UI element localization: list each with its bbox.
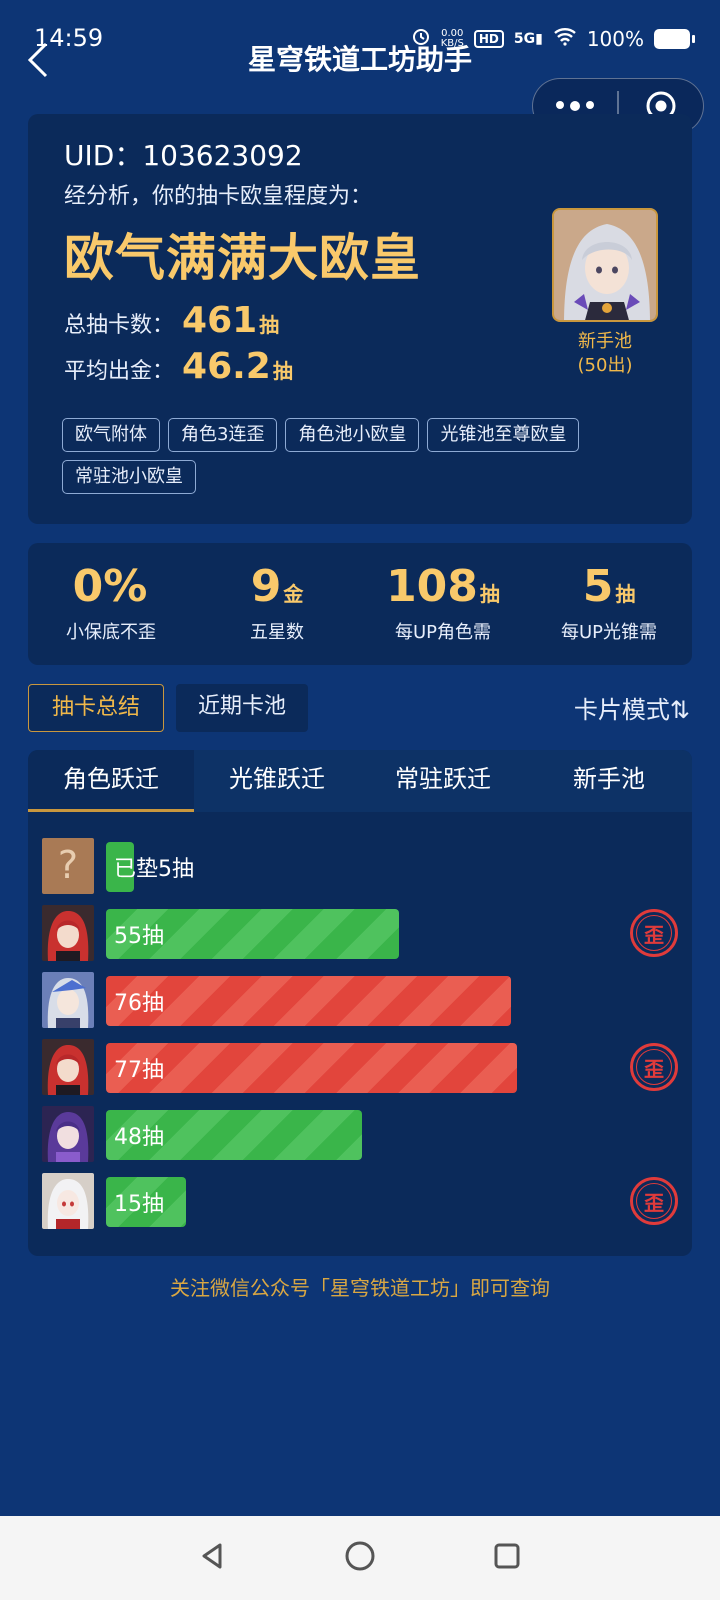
nav-recents-icon[interactable]	[492, 1541, 522, 1575]
summary-card: UID：103623092 经分析，你的抽卡欧皇程度为： 欧气满满大欧皇 总抽卡…	[28, 114, 692, 524]
stat-value: 0%	[72, 561, 148, 612]
more-icon[interactable]	[533, 101, 617, 111]
system-nav-bar	[0, 1516, 720, 1600]
stat-label: 小保底不歪	[66, 622, 156, 643]
stat-unit: 抽	[479, 582, 500, 606]
tab-character-warp[interactable]: 角色跃迁	[28, 750, 194, 812]
pull-count: 48抽	[114, 1125, 164, 1150]
character-avatar[interactable]	[42, 905, 94, 961]
avg-gold-value: 46.2	[182, 346, 271, 387]
page: 14:59 0.00 KB/S HD 5G▮ 100% 星穹铁道工坊助手 UID：…	[0, 0, 720, 1600]
nav-back-icon[interactable]	[198, 1541, 228, 1575]
lost-5050-badge: 歪	[630, 909, 678, 957]
recent-pools-button[interactable]: 近期卡池	[176, 684, 308, 732]
stat-five-star: 9金 五星数	[194, 543, 360, 665]
history-row: 55抽 歪	[42, 905, 678, 961]
pull-bar: 15抽	[106, 1177, 186, 1227]
pull-count: 55抽	[114, 924, 164, 949]
analysis-text: 经分析，你的抽卡欧皇程度为：	[64, 184, 373, 209]
stats-card: 0% 小保底不歪 9金 五星数 108 抽 每UP角色需 5抽 每UP光锥需	[28, 543, 692, 665]
stat-unit: 抽	[615, 582, 636, 606]
stat-label: 每UP角色需	[394, 622, 492, 643]
tab-standard-warp[interactable]: 常驻跃迁	[360, 750, 526, 812]
pull-count: 76抽	[114, 991, 164, 1016]
lost-badge-text: 歪	[644, 1190, 664, 1215]
pull-count: 15抽	[114, 1192, 164, 1217]
history-row: ? 已垫5抽	[42, 838, 678, 894]
footer-note: 关注微信公众号「星穹铁道工坊」即可查询	[170, 1276, 550, 1300]
stat-no-loss: 0% 小保底不歪	[28, 543, 194, 665]
nav-home-icon[interactable]	[344, 1540, 376, 1576]
pool-tabs: 角色跃迁 光锥跃迁 常驻跃迁 新手池	[28, 750, 692, 812]
tag: 角色3连歪	[168, 418, 278, 452]
stat-unit: 金	[283, 582, 304, 606]
tag: 角色池小欧皇	[285, 418, 420, 452]
tag: 常驻池小欧皇	[62, 460, 196, 494]
pull-count: 已垫5抽	[114, 857, 194, 882]
total-pulls-unit: 抽	[259, 313, 280, 337]
luck-rank: 欧气满满大欧皇	[64, 229, 421, 287]
stat-value: 5	[582, 561, 614, 612]
stat-label: 每UP光锥需	[560, 622, 658, 643]
tag: 欧气附体	[62, 418, 160, 452]
tag-list: 欧气附体 角色3连歪 角色池小欧皇 光锥池至尊欧皇 常驻池小欧皇	[62, 418, 662, 494]
character-avatar[interactable]	[42, 1173, 94, 1229]
tag: 光锥池至尊欧皇	[427, 418, 580, 452]
pool-name-text: 新手池	[578, 331, 632, 352]
history-row: 15抽 歪	[42, 1173, 678, 1229]
pull-bar: 55抽	[106, 909, 399, 959]
avg-gold: 平均出金： 46.2 抽	[64, 346, 293, 387]
total-pulls-value: 461	[182, 300, 258, 341]
pull-bar: 已垫5抽	[106, 842, 194, 892]
pool-note: (50出)	[577, 355, 633, 376]
svg-text:?: ?	[58, 843, 78, 887]
unknown-avatar-icon: ?	[42, 838, 94, 894]
pull-count: 77抽	[114, 1058, 164, 1083]
lost-5050-badge: 歪	[630, 1177, 678, 1225]
pull-bar: 48抽	[106, 1110, 362, 1160]
lost-badge-text: 歪	[644, 1056, 664, 1081]
uid-label: UID：103623092	[64, 139, 303, 172]
stat-value: 9	[250, 561, 282, 612]
history-row: 48抽	[42, 1106, 678, 1162]
pull-bar: 77抽	[106, 1043, 517, 1093]
stat-value: 108	[386, 561, 478, 612]
character-avatar[interactable]	[42, 1039, 94, 1095]
stat-per-up-lightcone: 5抽 每UP光锥需	[526, 543, 692, 665]
avg-gold-unit: 抽	[272, 359, 293, 383]
history-row: 77抽 歪	[42, 1039, 678, 1095]
character-avatar[interactable]	[42, 972, 94, 1028]
avg-gold-label: 平均出金：	[64, 359, 175, 384]
card-mode-toggle[interactable]: 卡片模式⇅	[574, 690, 690, 725]
lost-badge-text: 歪	[644, 922, 664, 947]
total-pulls: 总抽卡数： 461 抽	[64, 300, 279, 341]
stat-per-up-character: 108 抽 每UP角色需	[360, 543, 526, 665]
stat-label: 五星数	[250, 622, 304, 643]
lost-5050-badge: 歪	[630, 1043, 678, 1091]
pool-name: 新手池 (50出)	[538, 330, 672, 378]
page-title: 星穹铁道工坊助手	[247, 43, 472, 76]
summary-tab-button[interactable]: 抽卡总结	[28, 684, 164, 732]
tab-lightcone-warp[interactable]: 光锥跃迁	[194, 750, 360, 812]
history-row: 76抽	[42, 972, 678, 1028]
pool-character-portrait[interactable]	[552, 208, 658, 322]
pull-bar: 76抽	[106, 976, 511, 1026]
total-pulls-label: 总抽卡数：	[64, 313, 175, 338]
pull-history-card: 角色跃迁 光锥跃迁 常驻跃迁 新手池 ? 已垫5抽 55抽 歪 76抽 77抽 …	[28, 750, 692, 1256]
character-avatar[interactable]	[42, 1106, 94, 1162]
tab-beginner-pool[interactable]: 新手池	[526, 750, 692, 812]
